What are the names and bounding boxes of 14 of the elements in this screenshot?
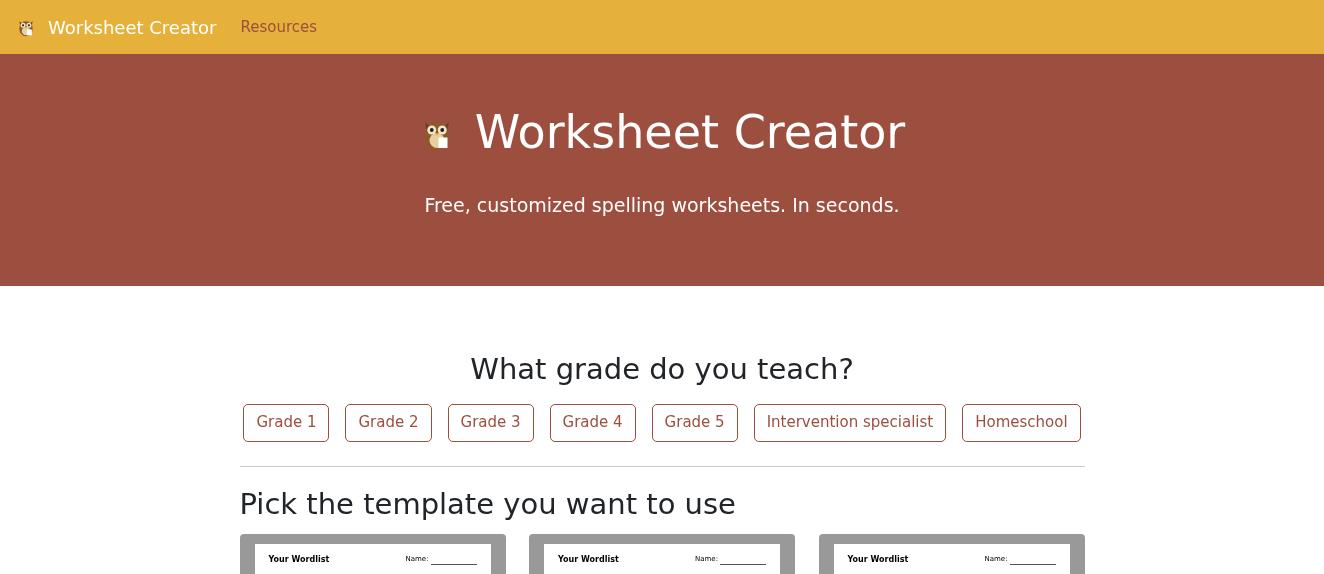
worksheet-title: Your Wordlist <box>847 554 909 566</box>
grade-button[interactable]: Grade 5 <box>651 403 738 442</box>
grade-button[interactable]: Grade 3 <box>447 403 534 442</box>
section-heading: Pick the template you want to use <box>239 485 737 523</box>
grade-button[interactable]: Grade 1 <box>243 403 330 442</box>
grade-button[interactable]: Grade 4 <box>549 403 636 442</box>
grade-button[interactable]: Homeschool <box>962 403 1081 442</box>
worksheet-title: Your Wordlist <box>558 554 619 566</box>
section-heading: What grade do you teach? <box>469 351 855 388</box>
hero-subtitle: Free, customized spelling worksheets. In seconds. <box>424 193 900 218</box>
hero-title: Worksheet Creator <box>474 104 906 161</box>
grade-button[interactable]: Grade 2 <box>345 403 432 442</box>
grade-button[interactable]: Intervention specialist <box>753 403 947 442</box>
worksheet-title: Your Wordlist <box>268 554 330 566</box>
